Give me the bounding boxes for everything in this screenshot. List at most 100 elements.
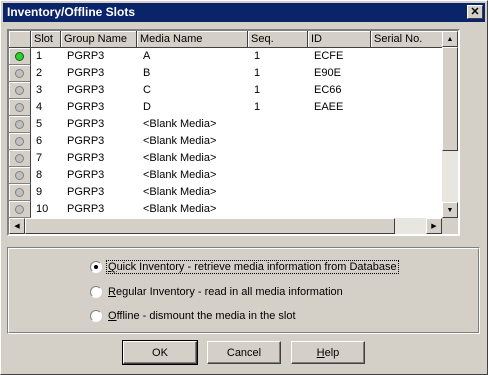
cell-media: C [143,84,151,96]
status-led-icon [15,136,24,146]
cell-id: E90E [314,67,341,79]
radio-button-icon [90,286,102,298]
cell-media: D [143,101,151,113]
regular-inventory-radio[interactable]: Regular Inventory - read in all media in… [90,284,344,300]
table-row[interactable]: 6 PGRP3 <Blank Media> [9,133,442,150]
ok-button[interactable]: OK [122,340,198,365]
row-header[interactable] [9,116,31,133]
table-row[interactable]: 10 PGRP3 <Blank Media> [9,201,442,218]
status-led-icon [15,187,24,197]
table-row[interactable]: 4 PGRP3 D 1 EAEE [9,99,442,116]
cancel-button-label: Cancel [226,346,262,359]
offline-radio[interactable]: Offline - dismount the media in the slot [90,308,297,324]
cell-slot: 4 [36,101,43,113]
row-header[interactable] [9,48,31,65]
row-header[interactable] [9,133,31,150]
row-header[interactable] [9,99,31,116]
row-header[interactable] [9,150,31,167]
quick-inventory-label[interactable]: Quick Inventory - retrieve media informa… [106,260,399,274]
cell-group: PGRP3 [67,67,105,79]
quick-inventory-radio[interactable]: Quick Inventory - retrieve media informa… [90,259,399,275]
table-row[interactable]: 7 PGRP3 <Blank Media> [9,150,442,167]
column-header[interactable]: ID [308,31,371,48]
status-led-icon [15,68,24,78]
slots-grid[interactable]: Slot Group Name Media Name Seq. ID Serial No.… [7,29,460,236]
cell-group: PGRP3 [67,203,105,215]
status-led-icon [15,102,24,112]
row-header[interactable] [9,82,31,99]
cancel-button[interactable]: Cancel [207,341,281,364]
cell-id: ECFE [314,50,344,62]
cell-seq: 1 [254,101,261,113]
arrow-down-icon: ▼ [446,206,454,214]
table-row[interactable]: 8 PGRP3 <Blank Media> [9,167,442,184]
cell-id [314,116,371,133]
ok-button-label: OK [152,346,168,359]
cell-seq [254,201,308,218]
scroll-up-button[interactable]: ▲ [442,31,458,47]
cell-slot: 3 [36,84,43,96]
radio-selected-dot [94,265,98,269]
arrow-up-icon: ▲ [446,35,454,43]
status-led-icon [15,170,24,180]
cell-media: <Blank Media> [143,118,217,130]
radio-button-icon [90,310,102,322]
cell-group: PGRP3 [67,101,105,113]
cell-group: PGRP3 [67,152,105,164]
table-row[interactable]: 1 PGRP3 A 1 ECFE [9,48,442,65]
row-header[interactable] [9,167,31,184]
title-bar: Inventory/Offline Slots ✕ [3,3,485,22]
table-row[interactable]: 2 PGRP3 B 1 E90E [9,65,442,82]
arrow-right-icon: ▶ [431,222,437,230]
cell-media: A [143,50,151,62]
status-led-icon [15,204,24,214]
horizontal-scrollbar[interactable]: ◀ ▶ [9,218,442,234]
cell-media: <Blank Media> [143,203,217,215]
cell-slot: 2 [36,67,43,79]
table-row[interactable]: 5 PGRP3 <Blank Media> [9,116,442,133]
cell-media: <Blank Media> [143,135,217,147]
cell-seq [254,167,308,184]
cell-seq: 1 [254,67,261,79]
row-header[interactable] [9,201,31,218]
cell-id: EC66 [314,84,342,96]
scroll-corner [442,218,458,234]
cell-slot: 9 [36,186,43,198]
vertical-scroll-thumb[interactable] [442,47,458,151]
table-row[interactable]: 3 PGRP3 C 1 EC66 [9,82,442,99]
scroll-down-button[interactable]: ▼ [442,202,458,218]
horizontal-scroll-thumb[interactable] [25,218,395,234]
scroll-left-button[interactable]: ◀ [9,218,25,234]
column-header[interactable]: Serial No. [371,31,442,48]
cell-serial [377,150,442,167]
status-led-icon [15,85,24,95]
table-row[interactable]: 9 PGRP3 <Blank Media> [9,184,442,201]
cell-slot: 6 [36,135,43,147]
cell-group: PGRP3 [67,50,105,62]
scroll-right-button[interactable]: ▶ [426,218,442,234]
column-header[interactable]: Media Name [137,31,248,48]
cell-media: <Blank Media> [143,152,217,164]
offline-label[interactable]: Offline - dismount the media in the slot [107,310,297,322]
cell-seq [254,150,308,167]
column-header[interactable]: Seq. [248,31,308,48]
cell-seq: 1 [254,84,261,96]
cell-serial [377,48,442,65]
cell-seq [254,133,308,150]
cell-seq [254,184,308,201]
cell-slot: 5 [36,118,43,130]
cell-slot: 7 [36,152,43,164]
cell-id [314,201,371,218]
help-button[interactable]: Help [291,341,365,364]
column-header[interactable]: Group Name [61,31,137,48]
row-header[interactable] [9,65,31,82]
row-header[interactable] [9,184,31,201]
cell-group: PGRP3 [67,135,105,147]
cell-serial [377,82,442,99]
regular-inventory-label[interactable]: Regular Inventory - read in all media in… [107,286,344,298]
close-button[interactable]: ✕ [467,5,483,19]
cell-group: PGRP3 [67,169,105,181]
column-header[interactable]: Slot [31,31,61,48]
cell-serial [377,65,442,82]
vertical-scrollbar[interactable]: ▲ ▼ [442,31,458,218]
